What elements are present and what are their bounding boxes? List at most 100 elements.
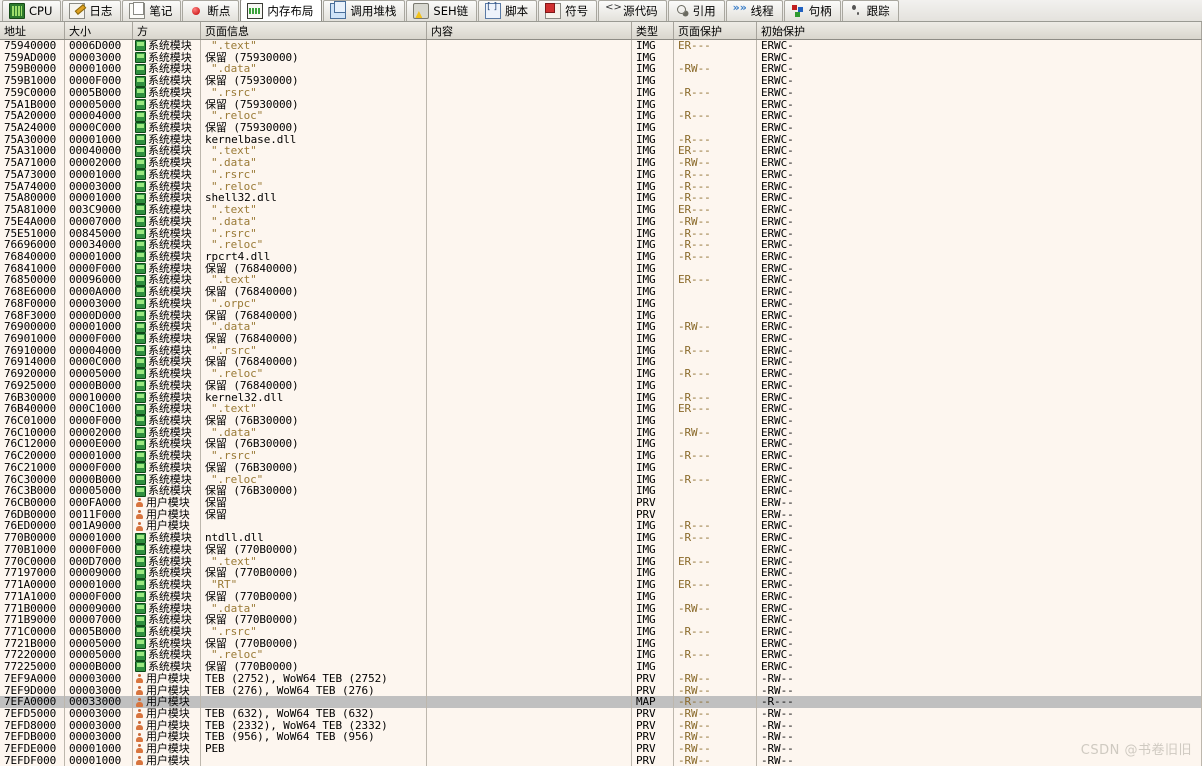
tab-script[interactable]: 脚本 (478, 0, 538, 21)
table-row[interactable]: 76B30000 00010000 系统模块 kernel32.dll IMG -R---… (0, 391, 1202, 404)
table-row[interactable]: 76C12000 0000E000 系统模块 保留 (76B30000) IMG ERWC… (0, 438, 1202, 451)
table-row[interactable]: 7EFD5000 00003000 用户模块 TEB (632), WoW64 TEB… (0, 707, 1202, 720)
table-row[interactable]: 76901000 0000F000 系统模块 保留 (76840000) IMG ERWC… (0, 332, 1202, 345)
column-header-party[interactable]: 方 (133, 22, 201, 39)
tab-symbols[interactable]: 符号 (538, 0, 598, 21)
column-header-info[interactable]: 页面信息 (201, 22, 427, 39)
cell-size: 00005000 (65, 98, 133, 111)
table-row[interactable]: 76900000 00001000 系统模块 ".data" IMG -RW-- ERWC- (0, 321, 1202, 333)
column-header-prot[interactable]: 页面保护 (674, 22, 757, 39)
table-row[interactable]: 759AD000 00003000 系统模块 保留 (75930000) IMG ERWC… (0, 51, 1202, 64)
column-header-row[interactable]: 地址 大小方页面信息 内容 类型 页面保护 初始保护 (0, 22, 1202, 40)
tab-threads[interactable]: 线程 (725, 0, 783, 21)
table-row[interactable]: 76ED0000 001A9000 用户模块 IMG -R--- ERWC- (0, 520, 1202, 533)
table-row[interactable]: 76B40000 000C1000 系统模块 ".text" IMG ER--- ERWC- (0, 403, 1202, 415)
table-row[interactable]: 76C3B000 00005000 系统模块 保留 (76B30000) IMG ERWC… (0, 485, 1202, 498)
page-info-text: 保留 (770B0000) (205, 543, 299, 556)
cell-type: PRV (632, 731, 674, 744)
table-row[interactable]: 76C01000 0000F000 系统模块 保留 (76B30000) IMG ERWC… (0, 415, 1202, 427)
table-row[interactable]: 76C21000 0000F000 系统模块 保留 (76B30000) IMG ERWC… (0, 461, 1202, 474)
main-tab-bar[interactable]: CPU 日志 笔记 断点 内存布局 调用堆栈 SEH链 脚本 符号 源代码 引用 线程 句柄 跟踪 (0, 0, 1202, 22)
tab-call-stack[interactable]: 调用堆栈 (323, 0, 406, 21)
cell-type: PRV (632, 743, 674, 755)
table-row[interactable]: 75A30000 00001000 系统模块 kernelbase.dll IMG -R-… (0, 133, 1202, 146)
table-row[interactable]: 76840000 00001000 系统模块 rpcrt4.dll IMG -R--- ER… (0, 250, 1202, 263)
table-row[interactable]: 75A24000 0000C000 系统模块 保留 (75930000) IMG ERWC… (0, 122, 1202, 134)
table-row[interactable]: 77225000 0000B000 系统模块 保留 (770B0000) IMG ERWC… (0, 661, 1202, 673)
table-row[interactable]: 75A73000 00001000 系统模块 ".rsrc" IMG -R--- ERWC- (0, 168, 1202, 181)
column-header-size[interactable]: 大小 (65, 22, 133, 39)
table-row[interactable]: 759C0000 0005B000 系统模块 ".rsrc" IMG -R--- ERWC- (0, 86, 1202, 99)
table-row[interactable]: 77197000 00009000 系统模块 保留 (770B0000) IMG ERWC… (0, 567, 1202, 580)
table-row[interactable]: 768F0000 00003000 系统模块 ".orpc" IMG ERWC- (0, 297, 1202, 310)
table-row[interactable]: 76C20000 00001000 系统模块 ".rsrc" IMG -R--- ERWC- (0, 450, 1202, 462)
table-row[interactable]: 75A74000 00003000 系统模块 ".reloc" IMG -R--- ERWC… (0, 180, 1202, 193)
memory-map-table[interactable]: 75940000 0006D000 系统模块 ".text" IMG ER--- ERWC-… (0, 40, 1202, 766)
table-row[interactable]: 75E4A000 00007000 系统模块 ".data" IMG -RW-- ERWC- (0, 215, 1202, 228)
table-row[interactable]: 76910000 00004000 系统模块 ".rsrc" IMG -R--- ERWC- (0, 344, 1202, 357)
system-module-icon (135, 427, 146, 439)
table-row[interactable]: 75A1B000 00005000 系统模块 保留 (75930000) IMG ERWC… (0, 98, 1202, 111)
table-row[interactable]: 76696000 00034000 系统模块 ".reloc" IMG -R--- ERWC… (0, 239, 1202, 251)
tab-handles[interactable]: 句柄 (783, 0, 841, 21)
table-row[interactable]: 7721B000 00005000 系统模块 保留 (770B0000) IMG ERWC… (0, 637, 1202, 650)
tab-trace[interactable]: 跟踪 (841, 0, 899, 21)
tab-seh-chain[interactable]: SEH链 (406, 0, 478, 21)
table-row[interactable]: 7EFDB000 00003000 用户模块 TEB (956), WoW64 TEB… (0, 731, 1202, 744)
cell-size: 000C1000 (65, 403, 133, 415)
table-row[interactable]: 7EFDF000 00001000 用户模块 PRV -RW-- -RW-- (0, 754, 1202, 766)
table-row[interactable]: 768F3000 0000D000 系统模块 保留 (76840000) IMG ERWC… (0, 309, 1202, 322)
table-row[interactable]: 7EFDE000 00001000 用户模块 PEB PRV -RW-- -RW-- (0, 743, 1202, 755)
table-row[interactable]: 75A20000 00004000 系统模块 ".reloc" IMG -R--- ERWC… (0, 110, 1202, 123)
table-row[interactable]: 76841000 0000F000 系统模块 保留 (76840000) IMG ERWC… (0, 262, 1202, 275)
table-row[interactable]: 770B0000 00001000 系统模块 ntdll.dll IMG -R--- ERW… (0, 532, 1202, 544)
column-header-addr[interactable]: 地址 (0, 22, 65, 39)
table-row[interactable]: 76914000 0000C000 系统模块 保留 (76840000) IMG ERWC… (0, 356, 1202, 369)
table-row[interactable]: 76850000 00096000 系统模块 ".text" IMG ER--- ERWC- (0, 274, 1202, 287)
cell-content (427, 391, 632, 404)
table-row[interactable]: 768E6000 0000A000 系统模块 保留 (76840000) IMG ERWC… (0, 286, 1202, 298)
table-row[interactable]: 7EF9A000 00003000 用户模块 TEB (2752), WoW64 TE… (0, 672, 1202, 685)
system-module-icon (135, 122, 146, 134)
trace-icon (849, 4, 863, 18)
table-row[interactable]: 7EF9D000 00003000 用户模块 TEB (276), WoW64 TEB… (0, 684, 1202, 697)
column-header-iprot[interactable]: 初始保护 (757, 22, 1202, 39)
table-row[interactable]: 76920000 00005000 系统模块 ".reloc" IMG -R--- ERWC… (0, 368, 1202, 380)
tab-source-code[interactable]: 源代码 (598, 0, 667, 21)
cell-addr: 7EFDE000 (0, 743, 65, 755)
table-row[interactable]: 759B1000 0000F000 系统模块 保留 (75930000) IMG ERWC… (0, 75, 1202, 87)
table-row[interactable]: 76DB0000 0011F000 用户模块 保留 PRV ERW-- (0, 508, 1202, 521)
column-header-type[interactable]: 类型 (632, 22, 674, 39)
table-row[interactable]: 771A0000 00001000 系统模块 "RT" IMG ER--- ERWC- (0, 579, 1202, 591)
column-header-content[interactable]: 内容 (427, 22, 632, 39)
table-row[interactable]: 75A71000 00002000 系统模块 ".data" IMG -RW-- ERWC- (0, 157, 1202, 169)
table-row[interactable]: 7EFA0000 00033000 用户模块 MAP -R--- -R--- (0, 696, 1202, 708)
table-row[interactable]: 75940000 0006D000 系统模块 ".text" IMG ER--- ERWC- (0, 40, 1202, 52)
cell-content (427, 696, 632, 708)
table-row[interactable]: 759B0000 00001000 系统模块 ".data" IMG -RW-- ERWC- (0, 63, 1202, 76)
tab-cpu[interactable]: CPU (2, 0, 62, 21)
tab-breakpoint[interactable]: 断点 (182, 0, 240, 21)
tab-log[interactable]: 日志 (62, 0, 122, 21)
tab-notes[interactable]: 笔记 (122, 0, 182, 21)
table-row[interactable]: 771B9000 00007000 系统模块 保留 (770B0000) IMG ERWC… (0, 614, 1202, 626)
cell-party: 系统模块 (133, 403, 201, 415)
tab-references[interactable]: 引用 (667, 0, 725, 21)
table-row[interactable]: 75A31000 00040000 系统模块 ".text" IMG ER--- ERWC- (0, 145, 1202, 158)
table-row[interactable]: 76C30000 0000B000 系统模块 ".reloc" IMG -R--- ERWC… (0, 473, 1202, 486)
table-row[interactable]: 771B0000 00009000 系统模块 ".data" IMG -RW-- ERWC- (0, 602, 1202, 615)
table-row[interactable]: 76CB0000 000FA000 用户模块 保留 PRV ERW-- (0, 497, 1202, 509)
table-row[interactable]: 76925000 0000B000 系统模块 保留 (76840000) IMG ERWC… (0, 379, 1202, 392)
table-row[interactable]: 770C0000 000D7000 系统模块 ".text" IMG ER--- ERWC- (0, 555, 1202, 568)
table-row[interactable]: 7EFD8000 00003000 用户模块 TEB (2332), WoW64 TE… (0, 719, 1202, 732)
cell-prot (674, 461, 757, 474)
table-row[interactable]: 77220000 00005000 系统模块 ".reloc" IMG -R--- ERWC… (0, 649, 1202, 662)
table-row[interactable]: 75E51000 00845000 系统模块 ".rsrc" IMG -R--- ERWC- (0, 227, 1202, 240)
tab-memory-map[interactable]: 内存布局 (240, 0, 323, 21)
table-row[interactable]: 771C0000 0005B000 系统模块 ".rsrc" IMG -R--- ERWC- (0, 625, 1202, 638)
table-row[interactable]: 76C10000 00002000 系统模块 ".data" IMG -RW-- ERWC- (0, 426, 1202, 439)
table-row[interactable]: 75A81000 003C9000 系统模块 ".text" IMG ER--- ERWC- (0, 204, 1202, 216)
table-row[interactable]: 771A1000 0000F000 系统模块 保留 (770B0000) IMG ERWC… (0, 590, 1202, 603)
table-row[interactable]: 75A80000 00001000 系统模块 shell32.dll IMG -R--- E… (0, 192, 1202, 205)
table-row[interactable]: 770B1000 0000F000 系统模块 保留 (770B0000) IMG ERWC… (0, 543, 1202, 556)
